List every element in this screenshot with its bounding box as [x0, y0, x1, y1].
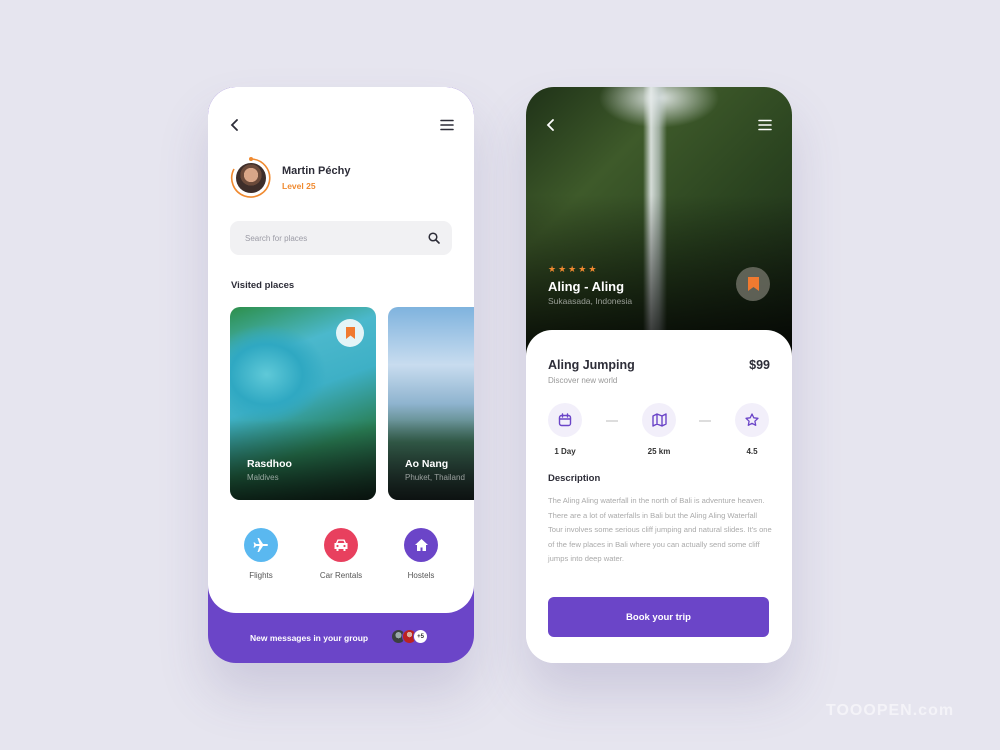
avatar — [236, 163, 266, 193]
trip-details-sheet: Aling Jumping Discover new world $99 1 D… — [526, 330, 792, 663]
hamburger-icon — [758, 119, 772, 131]
star-icon: ★ — [568, 264, 577, 274]
stat-label: 1 Day — [554, 447, 576, 456]
place-name: Ao Nang — [405, 458, 449, 470]
trip-subtitle: Discover new world — [548, 376, 618, 385]
menu-button[interactable] — [754, 114, 776, 136]
back-button[interactable] — [224, 114, 246, 136]
search-input[interactable] — [245, 233, 428, 243]
chevron-left-icon — [230, 119, 238, 131]
stat-label: 4.5 — [746, 447, 758, 456]
rating-stars: ★ ★ ★ ★ ★ — [548, 265, 596, 274]
home-content: Martin Péchy Level 25 Visited places Ras… — [208, 87, 474, 613]
divider — [606, 420, 618, 422]
avatar-level-ring — [230, 157, 272, 199]
menu-button[interactable] — [436, 114, 458, 136]
stat-rating: 4.5 — [722, 403, 782, 456]
description-text: The Aling Aling waterfall in the north o… — [548, 496, 772, 563]
star-icon: ★ — [588, 264, 597, 274]
category-hostels[interactable]: Hostels — [386, 528, 456, 580]
map-icon — [651, 413, 667, 427]
group-message-text: New messages in your group — [250, 633, 369, 643]
book-trip-button[interactable]: Book your trip — [548, 597, 769, 637]
stat-label: 25 km — [647, 447, 671, 456]
divider — [699, 420, 711, 422]
star-icon: ★ — [578, 264, 587, 274]
hamburger-icon — [440, 119, 454, 131]
car-icon — [334, 539, 348, 551]
category-label: Car Rentals — [319, 571, 363, 580]
star-icon — [745, 413, 759, 426]
place-title: Aling - Aling — [548, 279, 625, 294]
bookmark-icon — [747, 277, 759, 291]
group-avatars: +5 — [391, 629, 428, 644]
place-card[interactable]: Ao Nang Phuket, Thailand — [388, 307, 474, 500]
home-screen: Martin Péchy Level 25 Visited places Ras… — [208, 87, 474, 663]
bookmark-button[interactable] — [336, 319, 364, 347]
star-icon: ★ — [548, 264, 557, 274]
watermark: TOOOPEN.com — [826, 702, 955, 719]
place-location: Maldives — [247, 473, 279, 482]
trip-price: $99 — [749, 358, 770, 372]
hero-image: ★ ★ ★ ★ ★ Aling - Aling Sukaasada, Indon… — [526, 87, 792, 357]
stat-distance: 25 km — [629, 403, 689, 456]
airplane-icon — [253, 538, 268, 552]
search-bar — [230, 221, 452, 255]
back-button[interactable] — [540, 114, 562, 136]
star-icon: ★ — [558, 264, 567, 274]
place-location: Sukaasada, Indonesia — [548, 296, 633, 306]
user-name: Martin Péchy — [282, 165, 351, 177]
place-card[interactable]: Rasdhoo Maldives — [230, 307, 376, 500]
house-icon — [414, 539, 428, 551]
search-icon[interactable] — [428, 232, 440, 244]
category-label: Flights — [249, 571, 273, 580]
bookmark-button[interactable] — [736, 267, 770, 301]
category-flights[interactable]: Flights — [226, 528, 296, 580]
more-members-badge: +5 — [413, 629, 428, 644]
group-messages-banner[interactable]: New messages in your group +5 — [208, 613, 474, 663]
trip-title: Aling Jumping — [548, 358, 635, 372]
category-car-rentals[interactable]: Car Rentals — [306, 528, 376, 580]
calendar-icon — [558, 413, 572, 427]
user-level: Level 25 — [282, 181, 316, 191]
place-location: Phuket, Thailand — [405, 473, 465, 482]
bookmark-icon — [345, 327, 355, 339]
category-label: Hostels — [407, 571, 435, 580]
visited-places-title: Visited places — [231, 280, 295, 291]
detail-screen: ★ ★ ★ ★ ★ Aling - Aling Sukaasada, Indon… — [526, 87, 792, 663]
user-profile[interactable]: Martin Péchy Level 25 — [230, 157, 350, 199]
place-name: Rasdhoo — [247, 458, 292, 470]
chevron-left-icon — [546, 119, 554, 131]
description-title: Description — [548, 473, 601, 484]
stat-duration: 1 Day — [535, 403, 595, 456]
